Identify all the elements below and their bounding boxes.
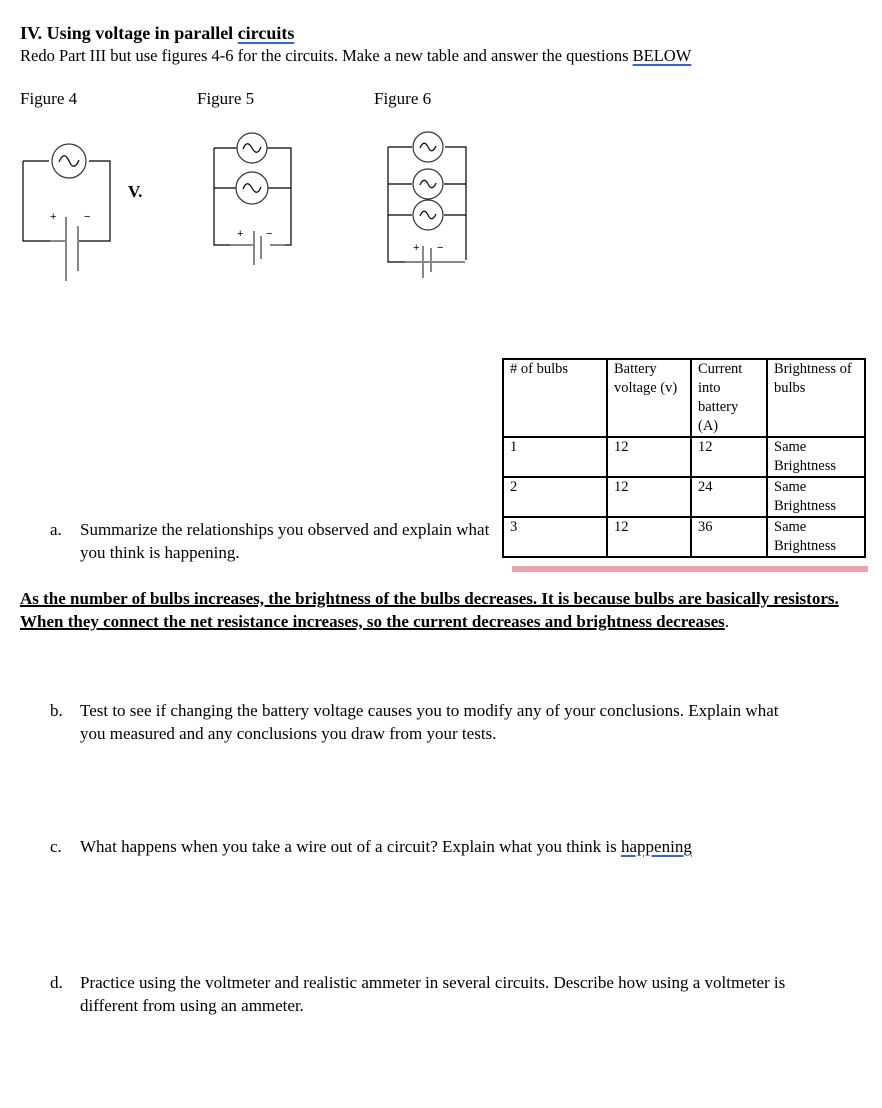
table-header-row: # of bulbs Battery voltage (v) Current i… [502, 358, 866, 438]
figure-6-label: Figure 6 [374, 89, 432, 108]
cell-current: 24 [690, 476, 768, 518]
battery-plus-sign: + [237, 228, 243, 240]
battery-minus-sign: − [266, 228, 272, 240]
spellcheck-word-below[interactable]: BELOW [633, 46, 692, 65]
answer-a-period: . [724, 612, 730, 631]
cell-brightness: Same Brightness [766, 436, 866, 478]
header-brightness: Brightness of bulbs [766, 358, 866, 438]
battery-minus-sign: − [437, 242, 443, 254]
question-c-prefix: What happens when you take a wire out of… [80, 837, 622, 856]
table-row: 3 12 36 Same Brightness [502, 516, 866, 558]
figure-4-circuit: + − [22, 143, 111, 281]
cell-voltage: 12 [606, 516, 692, 558]
figure-4-label: Figure 4 [20, 89, 78, 108]
cell-brightness: Same Brightness [766, 476, 866, 518]
question-b-text: Test to see if changing the battery volt… [80, 701, 779, 743]
instructions: Redo Part III but use figures 4-6 for th… [20, 46, 691, 66]
battery-minus-sign: − [84, 211, 90, 223]
spellcheck-word-happening[interactable]: happening [621, 837, 692, 856]
header-num-bulbs: # of bulbs [502, 358, 608, 438]
table-row: 1 12 12 Same Brightness [502, 436, 866, 478]
battery-plus-sign: + [413, 242, 419, 254]
cell-brightness: Same Brightness [766, 516, 866, 558]
table-row: 2 12 24 Same Brightness [502, 476, 866, 518]
instructions-text: Redo Part III but use figures 4-6 for th… [20, 46, 633, 65]
results-table: # of bulbs Battery voltage (v) Current i… [502, 358, 866, 558]
section-heading: IV. Using voltage in parallel circuits [20, 22, 294, 44]
heading-text: IV. Using voltage in parallel [20, 23, 238, 43]
cell-voltage: 12 [606, 476, 692, 518]
figure-5-label: Figure 5 [197, 89, 255, 108]
question-d-letter: d. [50, 973, 63, 992]
stray-label: V. [128, 182, 143, 201]
highlight-bar [512, 566, 868, 572]
question-a-text: Summarize the relationships you observed… [80, 520, 490, 562]
cell-voltage: 12 [606, 436, 692, 478]
cell-num-bulbs: 1 [502, 436, 608, 478]
question-a-letter: a. [50, 520, 62, 539]
header-battery-voltage: Battery voltage (v) [606, 358, 692, 438]
answer-a-text: As the number of bulbs increases, the br… [20, 589, 839, 631]
answer-a[interactable]: As the number of bulbs increases, the br… [20, 587, 840, 633]
figure-6-circuit: + − [387, 131, 467, 278]
spellcheck-word-circuits[interactable]: circuits [238, 23, 295, 43]
cell-current: 36 [690, 516, 768, 558]
question-c-letter: c. [50, 837, 62, 856]
battery-plus-sign: + [50, 211, 56, 223]
header-current: Current into battery (A) [690, 358, 768, 438]
cell-num-bulbs: 2 [502, 476, 608, 518]
figure-5-circuit: + − [213, 132, 292, 265]
question-b-letter: b. [50, 701, 63, 720]
question-c-text: What happens when you take a wire out of… [80, 835, 840, 858]
cell-num-bulbs: 3 [502, 516, 608, 558]
question-d-text: Practice using the voltmeter and realist… [80, 973, 786, 1015]
cell-current: 12 [690, 436, 768, 478]
